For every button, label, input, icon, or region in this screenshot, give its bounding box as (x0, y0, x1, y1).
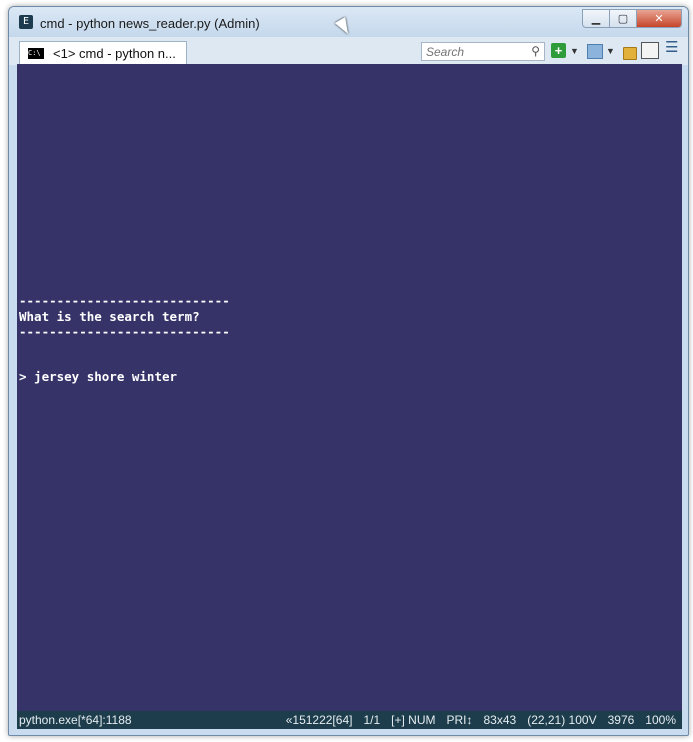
status-bar: python.exe[*64]:1188 «151222[64] 1/1 [+]… (17, 711, 682, 729)
search-icon[interactable]: ⚲ (531, 44, 540, 58)
app-icon: E (19, 15, 33, 29)
panel-icon[interactable] (641, 42, 659, 59)
window-title: cmd - python news_reader.py (Admin) (40, 16, 260, 31)
search-box[interactable]: ⚲ (421, 42, 545, 61)
input-line: > jersey shore winter (19, 369, 178, 384)
lock-icon[interactable] (623, 47, 637, 60)
status-item[interactable]: (22,21) 100V (527, 711, 596, 729)
console-icon: C:\ (28, 48, 44, 59)
menu-icon[interactable]: ☰ (665, 40, 678, 55)
status-item[interactable]: 1/1 (363, 711, 380, 729)
maximize-button[interactable]: ▢ (610, 9, 637, 28)
toolbar: C:\ <1> cmd - python n... ⚲ + ▼ ▼ ☰ (9, 37, 688, 65)
split-dropdown-icon[interactable]: ▼ (606, 44, 615, 59)
status-process[interactable]: python.exe[*64]:1188 (19, 711, 132, 729)
plus-icon[interactable]: + (551, 43, 566, 58)
minimize-button[interactable]: ▁ (582, 9, 610, 28)
status-item[interactable]: 3976 (608, 711, 635, 729)
console-output[interactable]: ---------------------------- What is the… (17, 64, 682, 711)
prompt-question: What is the search term? (19, 309, 200, 324)
separator-line: ---------------------------- (19, 324, 230, 339)
new-console-dropdown-icon[interactable]: ▼ (570, 44, 579, 59)
tab-console-1[interactable]: C:\ <1> cmd - python n... (19, 41, 187, 64)
status-item[interactable]: [+] NUM (391, 711, 435, 729)
split-icon[interactable] (587, 44, 603, 59)
status-item[interactable]: PRI↕ (446, 711, 472, 729)
status-item[interactable]: 83x43 (484, 711, 517, 729)
close-button[interactable]: ✕ (637, 9, 682, 28)
separator-line: ---------------------------- (19, 293, 230, 308)
tab-label: <1> cmd - python n... (53, 46, 176, 61)
search-input[interactable] (426, 43, 524, 60)
status-item[interactable]: «151222[64] (286, 711, 353, 729)
console-window: E cmd - python news_reader.py (Admin) ▁ … (8, 6, 689, 736)
status-item[interactable]: 100% (645, 711, 676, 729)
